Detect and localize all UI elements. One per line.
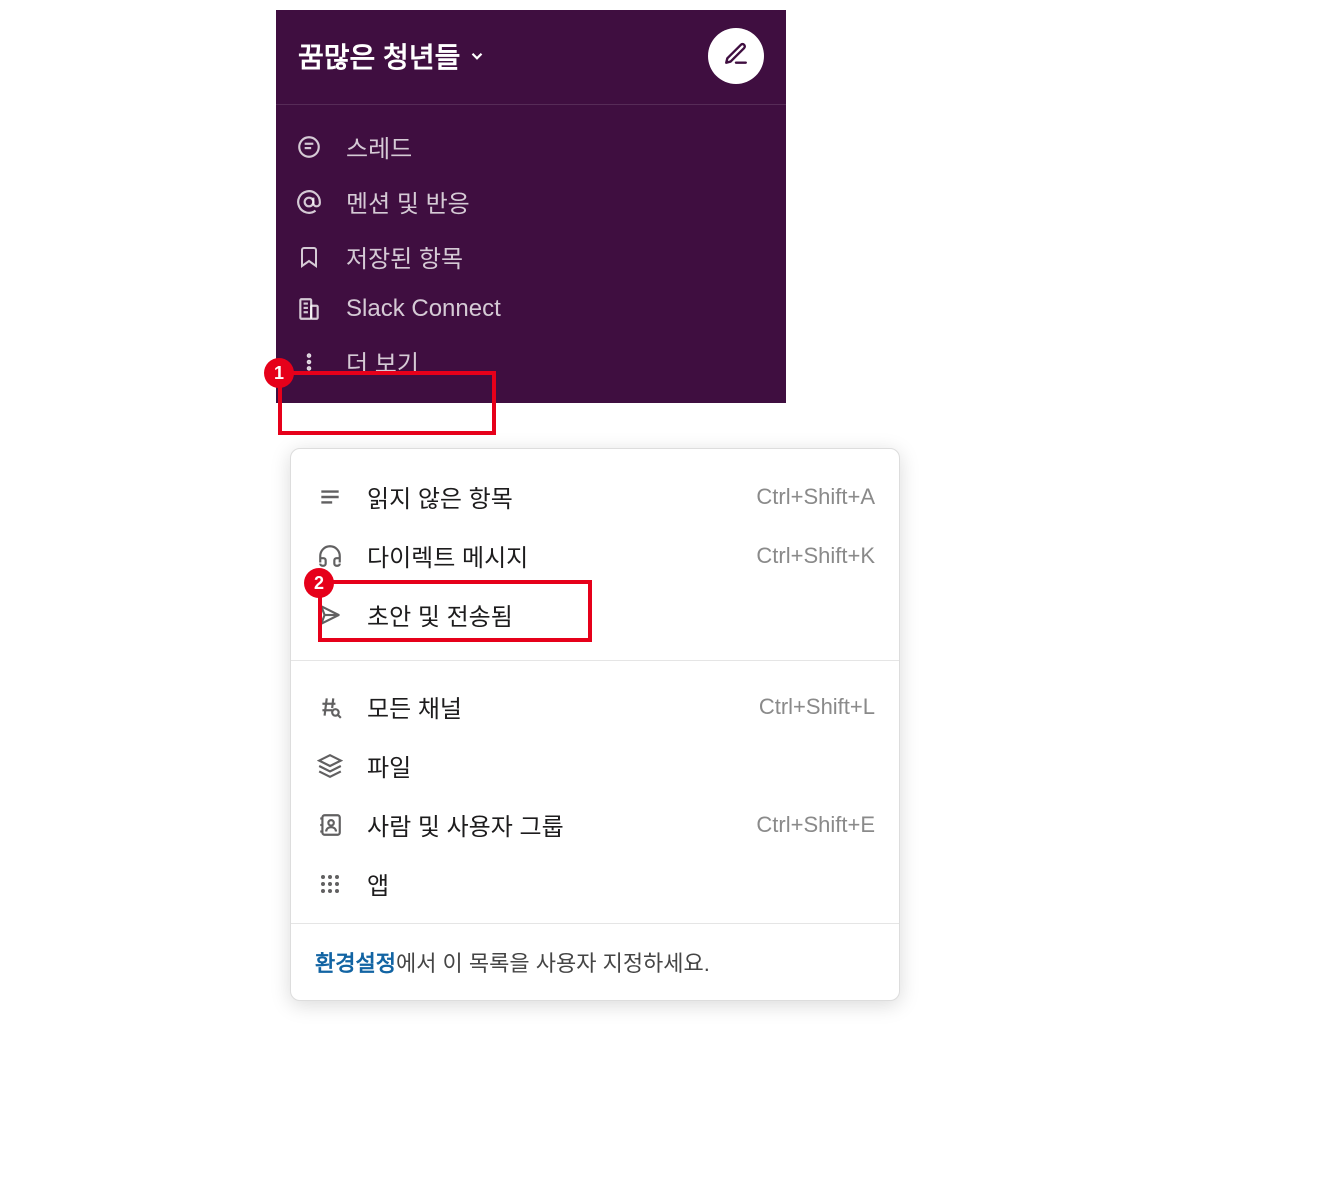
sidebar-header: 꿈많은 청년들 — [276, 10, 786, 105]
more-menu-item-people[interactable]: 사람 및 사용자 그룹 Ctrl+Shift+E — [291, 795, 899, 854]
hash-search-icon — [315, 692, 345, 722]
chevron-down-icon — [468, 40, 486, 72]
workspace-name-label: 꿈많은 청년들 — [298, 36, 460, 76]
preferences-link[interactable]: 환경설정 — [315, 951, 396, 976]
popup-divider — [291, 660, 899, 661]
unreads-icon — [315, 482, 345, 512]
sidebar-item-threads[interactable]: 스레드 — [276, 119, 786, 174]
mention-icon — [294, 187, 324, 217]
more-menu-item-drafts[interactable]: 초안 및 전송됨 — [291, 585, 899, 644]
more-menu-item-apps[interactable]: 앱 — [291, 854, 899, 913]
compose-icon — [723, 41, 749, 72]
more-menu-item-label: 읽지 않은 항목 — [367, 479, 734, 514]
workspace-switcher[interactable]: 꿈많은 청년들 — [298, 36, 486, 76]
more-menu-item-label: 파일 — [367, 748, 853, 783]
more-menu-item-label: 앱 — [367, 866, 853, 901]
sidebar: 꿈많은 청년들 스레드 멘션 및 반응 — [276, 10, 786, 403]
building-icon — [294, 294, 324, 324]
more-menu-popup: 읽지 않은 항목 Ctrl+Shift+A 다이렉트 메시지 Ctrl+Shif… — [290, 448, 900, 1001]
sidebar-item-mentions[interactable]: 멘션 및 반응 — [276, 174, 786, 229]
sidebar-item-more[interactable]: 더 보기 — [276, 334, 786, 389]
send-icon — [315, 600, 345, 630]
more-menu-item-shortcut: Ctrl+Shift+K — [756, 543, 875, 569]
sidebar-item-slack-connect[interactable]: Slack Connect — [276, 284, 786, 334]
more-menu-item-unreads[interactable]: 읽지 않은 항목 Ctrl+Shift+A — [291, 467, 899, 526]
sidebar-item-label: Slack Connect — [346, 295, 501, 323]
compose-button[interactable] — [708, 28, 764, 84]
layers-icon — [315, 751, 345, 781]
sidebar-item-label: 더 보기 — [346, 344, 419, 379]
more-menu-item-all-channels[interactable]: 모든 채널 Ctrl+Shift+L — [291, 677, 899, 736]
more-menu-item-label: 초안 및 전송됨 — [367, 597, 853, 632]
contacts-icon — [315, 810, 345, 840]
popup-footer-text: 에서 이 목록을 사용자 지정하세요. — [396, 951, 710, 976]
apps-grid-icon — [315, 869, 345, 899]
popup-footer: 환경설정에서 이 목록을 사용자 지정하세요. — [291, 923, 899, 1000]
more-menu-item-files[interactable]: 파일 — [291, 736, 899, 795]
more-menu-item-shortcut: Ctrl+Shift+E — [756, 812, 875, 838]
sidebar-item-saved[interactable]: 저장된 항목 — [276, 229, 786, 284]
sidebar-nav: 스레드 멘션 및 반응 저장된 항목 Slack Connect 더 보기 — [276, 105, 786, 393]
more-menu-item-label: 다이렉트 메시지 — [367, 538, 734, 573]
sidebar-item-label: 멘션 및 반응 — [346, 184, 470, 219]
more-vertical-icon — [294, 347, 324, 377]
threads-icon — [294, 132, 324, 162]
more-menu-item-shortcut: Ctrl+Shift+L — [759, 694, 875, 720]
more-menu-item-shortcut: Ctrl+Shift+A — [756, 484, 875, 510]
more-menu-item-dms[interactable]: 다이렉트 메시지 Ctrl+Shift+K — [291, 526, 899, 585]
more-menu-item-label: 모든 채널 — [367, 689, 737, 724]
more-menu-item-label: 사람 및 사용자 그룹 — [367, 807, 734, 842]
bookmark-icon — [294, 242, 324, 272]
sidebar-item-label: 스레드 — [346, 129, 412, 164]
headphones-icon — [315, 541, 345, 571]
sidebar-item-label: 저장된 항목 — [346, 239, 463, 274]
